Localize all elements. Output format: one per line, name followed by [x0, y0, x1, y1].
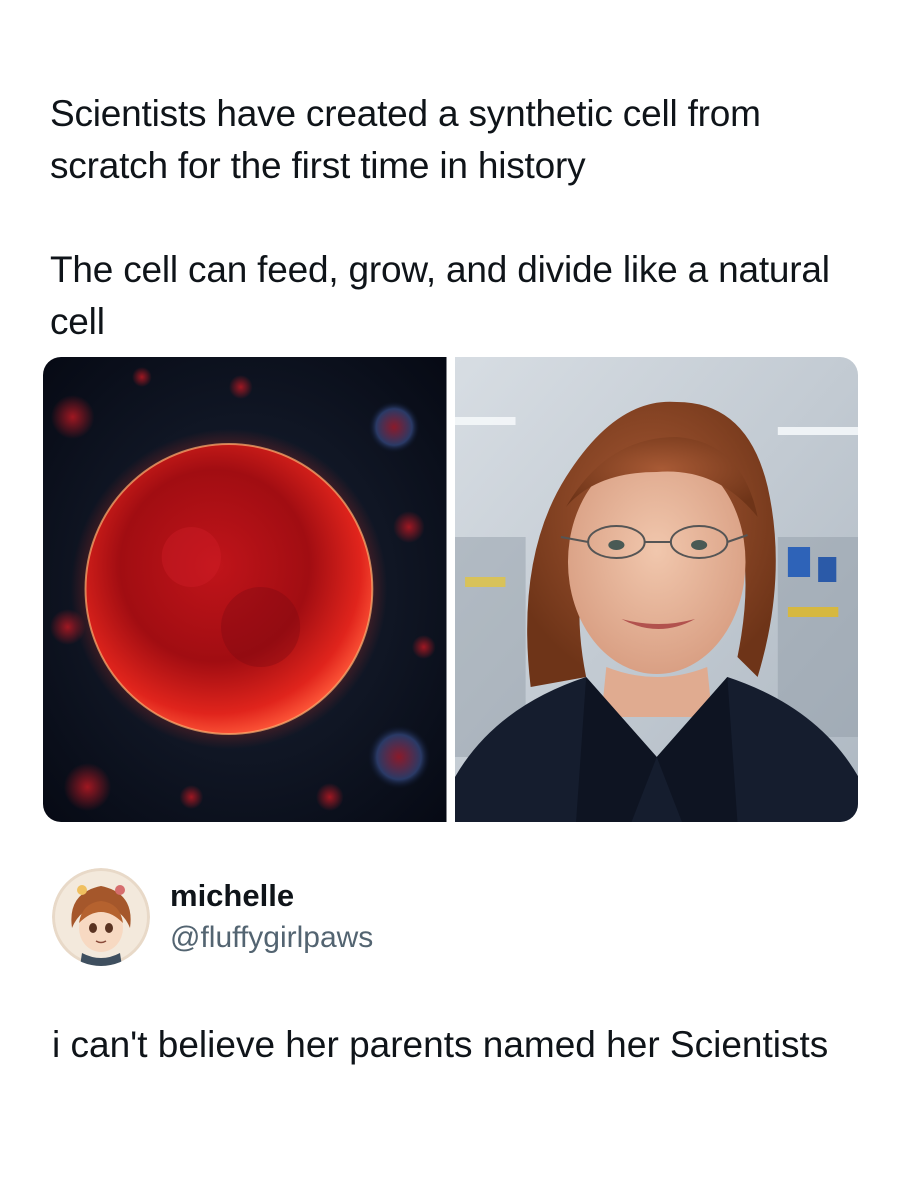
scientist-portrait[interactable]	[454, 357, 858, 822]
post-media[interactable]	[43, 357, 858, 822]
scientist-portrait-illustration	[454, 357, 858, 822]
post-line-2: The cell can feed, grow, and divide like…	[50, 249, 830, 342]
user-handle[interactable]: @fluffygirlpaws	[170, 918, 373, 958]
display-name[interactable]: michelle	[170, 876, 373, 916]
post-line-1: Scientists have created a synthetic cell…	[50, 93, 761, 186]
avatar[interactable]	[52, 868, 150, 966]
cell-image[interactable]	[43, 357, 447, 822]
glowing-red-cell-illustration	[43, 357, 447, 822]
post-text: Scientists have created a synthetic cell…	[50, 88, 850, 348]
reply-text: i can't believe her parents named her Sc…	[52, 1024, 829, 1065]
reply-author[interactable]: michelle @fluffygirlpaws	[52, 868, 373, 966]
anime-avatar-icon	[52, 868, 150, 966]
